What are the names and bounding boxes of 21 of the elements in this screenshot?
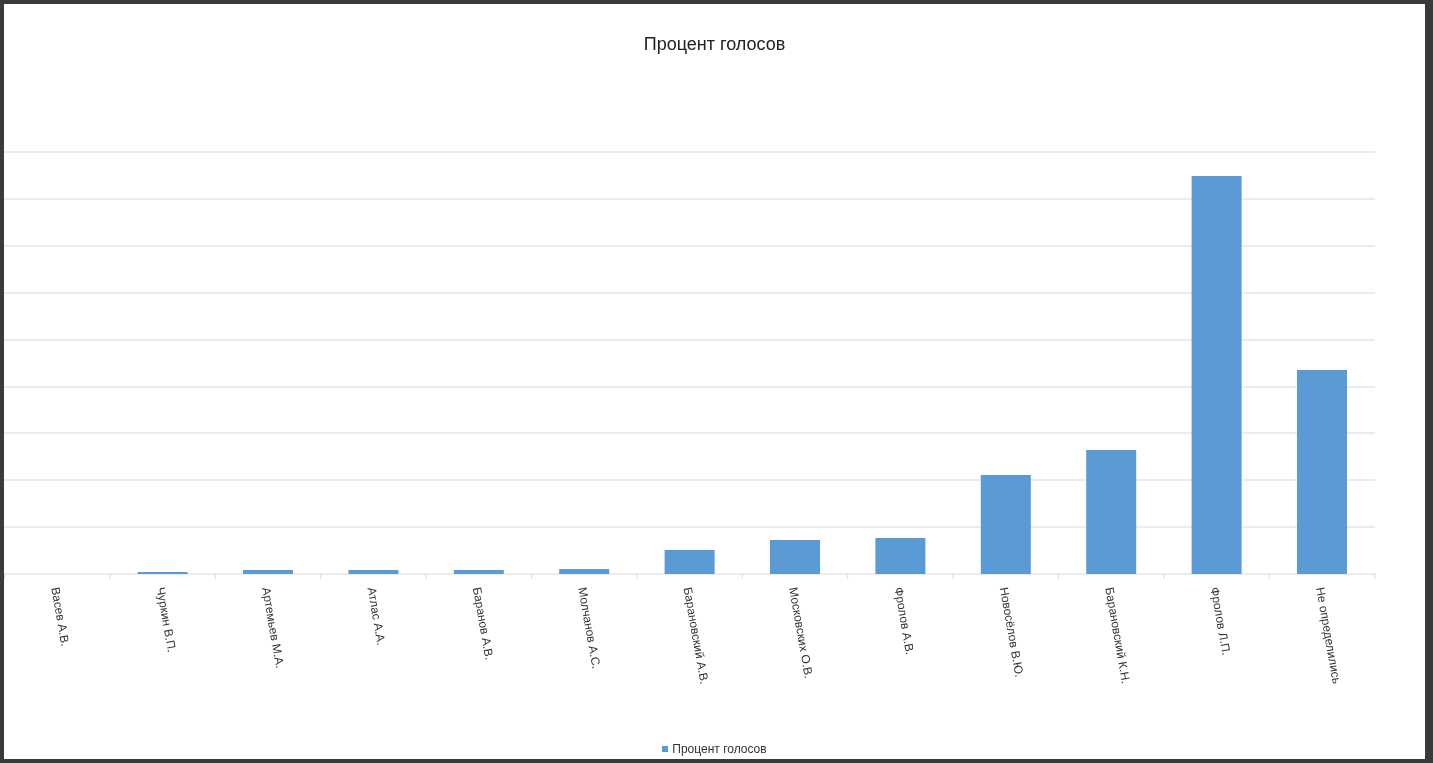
legend-label: Процент голосов xyxy=(672,742,767,756)
category-label: Васев А.В. xyxy=(48,586,73,648)
category-label: Артемьев М.А. xyxy=(259,586,288,670)
category-label: Не определились xyxy=(1313,586,1344,685)
category-label: Фролов А.В. xyxy=(891,586,918,656)
category-label: Новосёлов В.Ю. xyxy=(996,586,1027,679)
category-label: Баранов А.В. xyxy=(469,586,497,661)
bar xyxy=(559,569,610,574)
bar xyxy=(664,550,715,574)
category-label: Молчанов А.С. xyxy=(575,586,604,670)
bar xyxy=(875,538,926,574)
legend-marker-icon xyxy=(662,746,669,752)
category-label: Московских О.В. xyxy=(786,586,816,680)
chart-title: Процент голосов xyxy=(643,34,786,54)
bar xyxy=(243,570,293,574)
bar xyxy=(348,570,399,574)
category-label: Фролов Л.П. xyxy=(1207,586,1234,657)
bar xyxy=(453,570,504,574)
bar xyxy=(770,540,820,574)
category-label: Атлас А.А. xyxy=(364,586,389,647)
category-label: Чуркин В.П. xyxy=(153,586,179,654)
